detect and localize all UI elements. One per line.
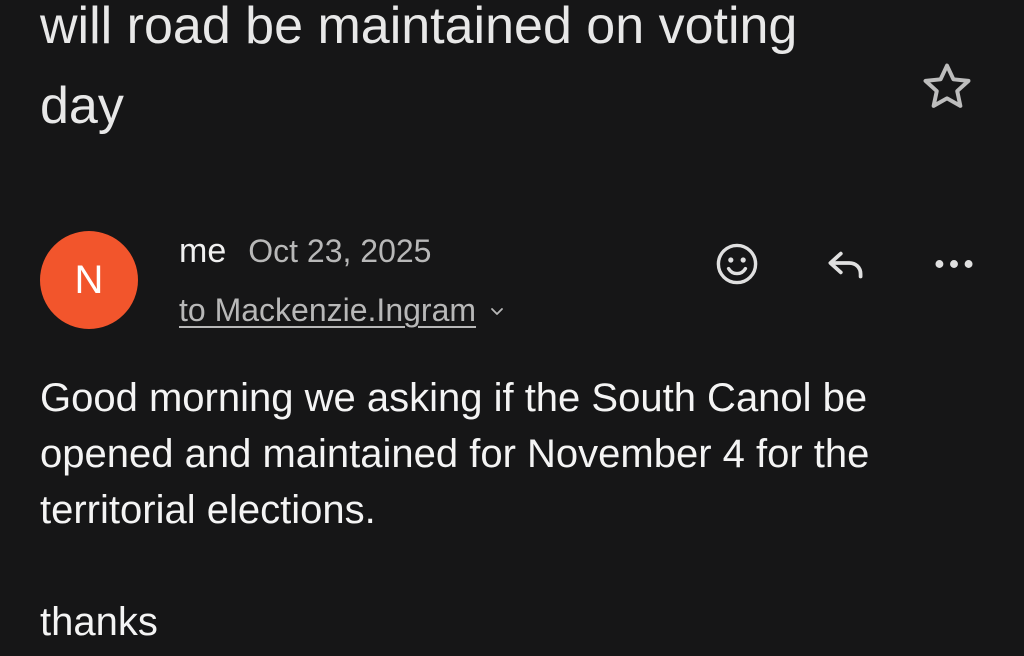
sender-line: me Oct 23, 2025: [179, 232, 431, 280]
emoji-icon: [716, 243, 758, 285]
email-body: Good morning we asking if the South Cano…: [40, 370, 1000, 650]
sender-avatar[interactable]: N: [40, 231, 138, 329]
reply-button[interactable]: [816, 234, 876, 294]
more-horizontal-icon: [935, 260, 973, 268]
star-button[interactable]: [914, 54, 980, 120]
sent-date: Oct 23, 2025: [248, 233, 432, 269]
recipient-label: to Mackenzie.Ingram: [179, 292, 477, 328]
recipient-details-toggle[interactable]: to Mackenzie.Ingram: [179, 292, 508, 329]
email-signoff: thanks: [40, 600, 158, 644]
star-icon: [923, 63, 971, 108]
reply-icon: [828, 251, 863, 279]
more-options-button[interactable]: [924, 234, 984, 294]
sender-name: me: [179, 232, 227, 270]
add-reaction-button[interactable]: [707, 234, 767, 294]
avatar-initial: N: [74, 257, 104, 302]
email-body-paragraph: Good morning we asking if the South Cano…: [40, 376, 870, 532]
email-subject: will road be maintained on voting day: [40, 0, 798, 135]
chevron-down-icon: [486, 300, 508, 322]
